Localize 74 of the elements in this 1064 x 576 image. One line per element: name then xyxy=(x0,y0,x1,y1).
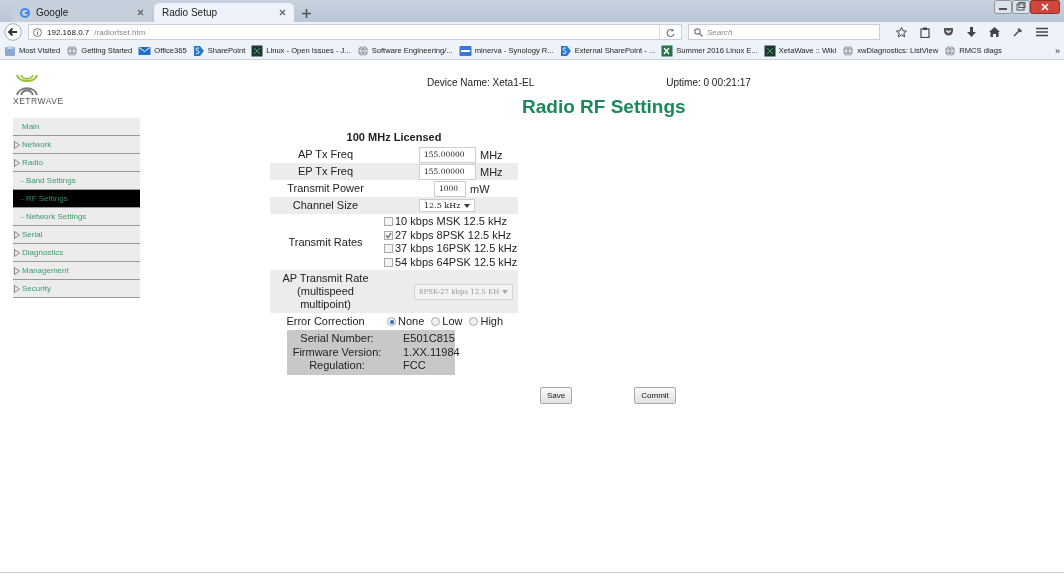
info-value: FCC xyxy=(402,359,427,373)
checkbox-label: 37 kbps 16PSK 12.5 kHz xyxy=(395,242,518,256)
field-label: Transmit Power xyxy=(286,181,365,196)
home-icon[interactable] xyxy=(989,27,1000,37)
google-icon xyxy=(20,7,30,18)
spreadsheet-icon[interactable] xyxy=(661,44,674,57)
sharepoint-icon[interactable] xyxy=(192,44,205,57)
info-icon[interactable] xyxy=(33,27,42,37)
checkbox-label: 54 kbps 64PSK 12.5 kHz xyxy=(395,255,518,269)
field-label: Error Correction xyxy=(285,314,366,329)
sharepoint-icon[interactable] xyxy=(559,44,572,57)
logo-text: XETRWAVE xyxy=(13,97,64,106)
reload-icon[interactable] xyxy=(666,27,675,37)
close-icon[interactable] xyxy=(279,9,286,16)
form-heading: 100 MHz Licensed xyxy=(345,130,443,145)
form-button[interactable]: Save xyxy=(540,386,573,404)
close-icon[interactable] xyxy=(1030,0,1060,14)
star-icon[interactable] xyxy=(896,26,907,38)
clipboard-icon[interactable] xyxy=(920,26,930,38)
page-title: Radio RF Settings xyxy=(522,96,687,118)
caret-icon xyxy=(464,203,470,208)
form-button[interactable]: Commit xyxy=(634,386,676,404)
info-label: Firmware Version: xyxy=(291,345,383,359)
new-tab-icon[interactable] xyxy=(302,9,311,18)
field-label: Channel Size xyxy=(291,198,360,213)
field-label: Transmit Rates xyxy=(287,234,364,250)
bookmarks-overflow-button[interactable]: » xyxy=(1055,45,1060,56)
envelope-icon[interactable] xyxy=(138,44,152,57)
eyedropper-icon[interactable] xyxy=(1013,27,1023,37)
download-icon[interactable] xyxy=(967,26,976,38)
address-field[interactable]: 192.168.0.7 /radiorfset.htm xyxy=(28,24,682,40)
tile-icon[interactable] xyxy=(763,44,776,57)
minimize-icon[interactable] xyxy=(994,0,1012,14)
checkbox[interactable] xyxy=(384,217,393,227)
checkbox[interactable] xyxy=(384,257,393,267)
search-field[interactable]: Search xyxy=(688,24,880,40)
checkbox-label: 27 kbps 8PSK 12.5 kHz xyxy=(395,228,512,242)
field-label: AP Transmit Rate (multispeed multipoint) xyxy=(281,271,370,312)
field-label: EP Tx Freq xyxy=(296,164,355,179)
url-host: 192.168.0.7 xyxy=(47,27,90,37)
radio-label: High xyxy=(480,314,504,329)
browser-tab[interactable]: Radio Setup xyxy=(154,3,294,22)
checkbox[interactable] xyxy=(384,244,393,254)
radio-button[interactable] xyxy=(387,317,396,326)
back-icon[interactable] xyxy=(4,23,22,41)
unit-label: MHz xyxy=(480,165,503,178)
pocket-icon[interactable] xyxy=(943,27,954,37)
dropdown[interactable]: 12.5 kHz xyxy=(419,199,475,212)
checkbox[interactable] xyxy=(384,230,393,240)
url-path: /radiorfset.htm xyxy=(94,27,146,37)
info-label: Serial Number: xyxy=(299,332,375,346)
caret-icon xyxy=(502,289,508,294)
logo-icon xyxy=(13,74,41,96)
radio-label: None xyxy=(398,314,425,329)
radio-label: Low xyxy=(442,314,463,329)
info-label: Regulation: xyxy=(308,359,366,373)
close-icon[interactable] xyxy=(137,9,144,16)
menu-icon[interactable] xyxy=(1036,27,1048,37)
search-icon[interactable] xyxy=(694,27,703,37)
unit-label: MHz xyxy=(480,148,503,161)
info-value: E501C815 xyxy=(402,332,456,346)
info-value: 1.XX.11984 xyxy=(402,345,460,359)
radio-button[interactable] xyxy=(469,317,479,326)
unit-label: mW xyxy=(470,182,490,195)
nas-icon[interactable] xyxy=(458,44,472,57)
radio-button[interactable] xyxy=(431,317,441,326)
restore-icon[interactable] xyxy=(1012,0,1030,14)
uptime: Uptime: 0 00:21:17 xyxy=(666,77,751,90)
field-label: AP Tx Freq xyxy=(296,147,355,162)
device-name: Device Name: Xeta1-EL xyxy=(427,77,535,90)
check-icon xyxy=(385,231,392,239)
tile-icon[interactable] xyxy=(251,44,264,57)
checkbox-label: 10 kbps MSK 12.5 kHz xyxy=(395,215,507,229)
nav-item[interactable]: - RF Settings xyxy=(13,190,140,208)
